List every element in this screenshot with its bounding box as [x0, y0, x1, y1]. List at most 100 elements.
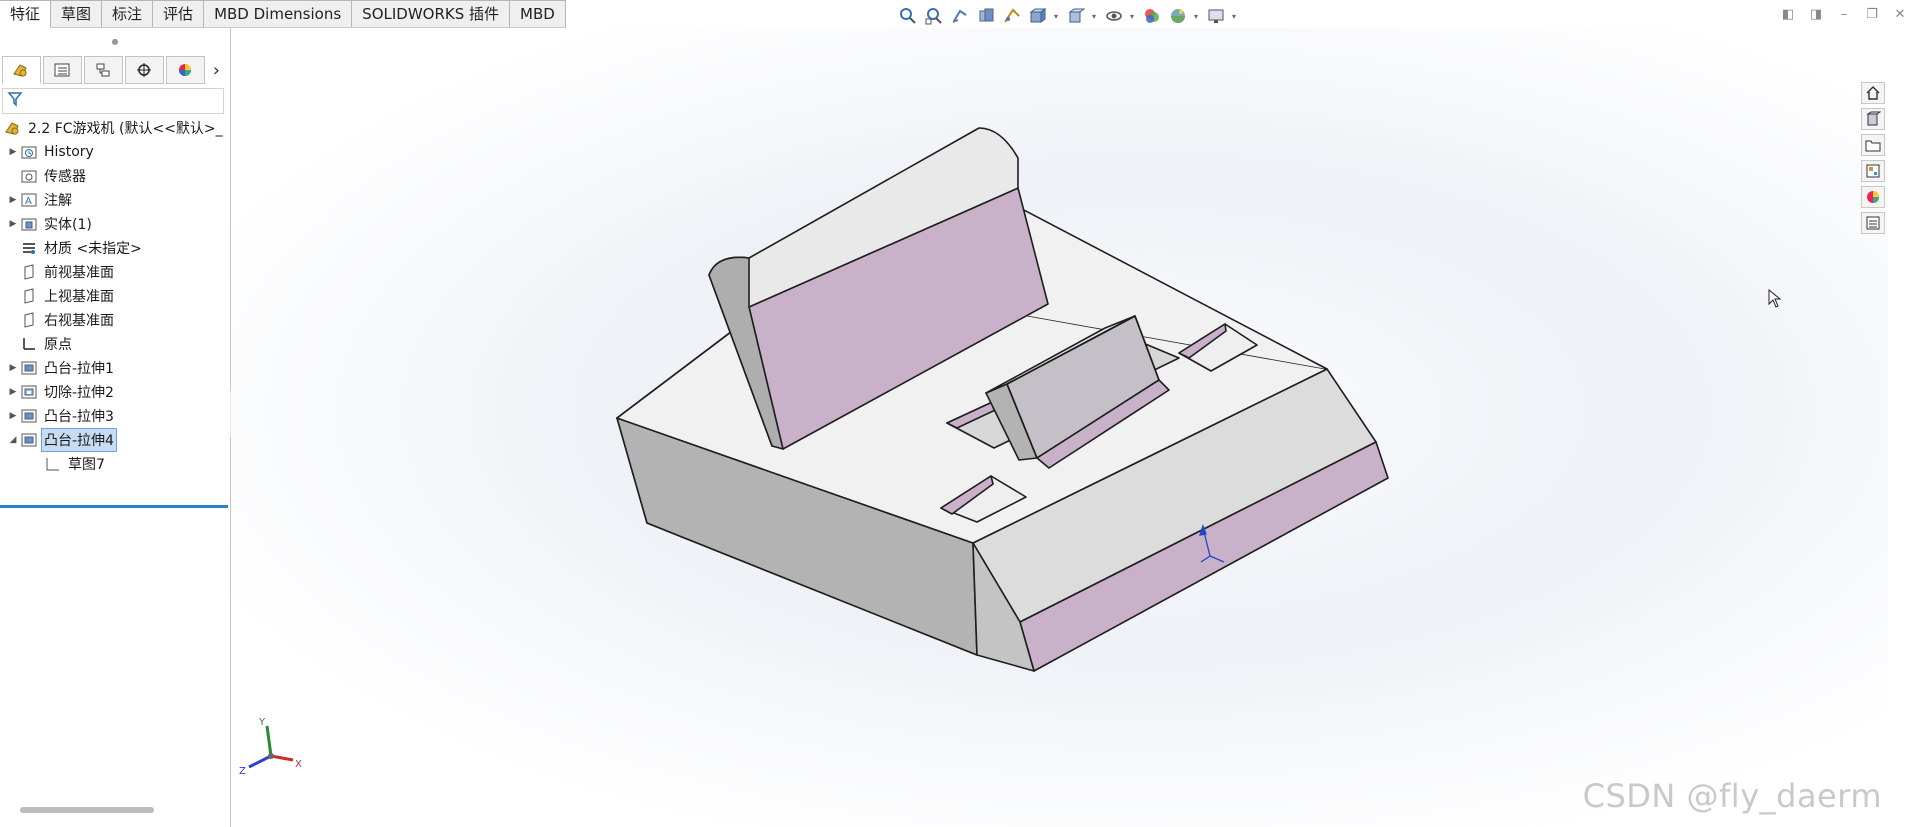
tree-item-label: 凸台-拉伸3 — [44, 409, 114, 425]
appearances-icon[interactable] — [1861, 186, 1885, 208]
tree-item-label: 传感器 — [44, 169, 86, 185]
origin-icon — [20, 335, 38, 353]
feature-manager-tabs: › — [2, 56, 226, 84]
mouse-cursor-icon — [1768, 288, 1782, 313]
history-icon — [20, 143, 38, 161]
display-style-icon[interactable] — [1066, 6, 1086, 26]
command-tab[interactable]: 评估 — [153, 0, 205, 27]
tree-filter[interactable] — [2, 88, 224, 114]
design-library-icon[interactable] — [1861, 108, 1885, 130]
panel-grip[interactable]: ● — [0, 28, 230, 54]
dynamic-annotation-icon[interactable] — [1002, 6, 1022, 26]
zoom-to-area-icon[interactable] — [924, 6, 944, 26]
view-triad: Y X Z — [239, 717, 302, 777]
chevron-down-icon[interactable]: ▾ — [1232, 12, 1238, 21]
command-tab[interactable]: SOLIDWORKS 插件 — [352, 0, 511, 27]
rollback-bar[interactable] — [0, 505, 228, 508]
triad-z-label: Z — [239, 766, 246, 777]
tree-item[interactable]: ▶ 凸台-拉伸3 — [0, 404, 230, 428]
command-manager-tabs: 特征 草图 标注 评估 MBD Dimensions SOLIDWORKS 插件 MBD — [0, 0, 566, 28]
boss-extrude-icon — [20, 359, 38, 377]
feature-tree: 2.2 FC游戏机 (默认<<默认>_ ▶ History 传感器 ▶ A 注解 ▶ 实体(1… — [0, 116, 230, 476]
watermark-text: CSDN @fly_daerm — [1582, 777, 1882, 815]
tree-item-label: 材质 <未指定> — [44, 241, 142, 257]
tree-item[interactable]: ▶ 切除-拉伸2 — [0, 380, 230, 404]
apply-scene-icon[interactable] — [1168, 6, 1188, 26]
expand-caret-icon[interactable]: ▶ — [6, 219, 20, 229]
tile-right-icon[interactable]: ◨ — [1808, 6, 1824, 22]
annotations-icon: A — [20, 191, 38, 209]
close-icon[interactable]: ✕ — [1892, 6, 1908, 22]
hide-show-items-icon[interactable] — [1104, 6, 1124, 26]
tree-item-label: History — [44, 144, 94, 160]
home-icon[interactable] — [1861, 82, 1885, 104]
sketch-icon — [44, 455, 62, 473]
part-icon — [4, 119, 22, 137]
command-tab[interactable]: 特征 — [0, 0, 52, 28]
tree-item[interactable]: 原点 — [0, 332, 230, 356]
previous-view-icon[interactable] — [950, 6, 970, 26]
tree-root-part[interactable]: 2.2 FC游戏机 (默认<<默认>_ — [0, 116, 230, 140]
dimxpert-icon[interactable] — [124, 56, 164, 84]
tree-item[interactable]: 传感器 — [0, 164, 230, 188]
command-tab[interactable]: MBD — [510, 0, 566, 27]
tree-item[interactable]: 草图7 — [0, 452, 230, 476]
tree-item[interactable]: ▶ 凸台-拉伸1 — [0, 356, 230, 380]
tree-item[interactable]: 上视基准面 — [0, 284, 230, 308]
expand-caret-icon[interactable]: ▶ — [6, 363, 20, 373]
cut-extrude-icon — [20, 383, 38, 401]
minimize-icon[interactable]: – — [1836, 6, 1852, 22]
section-view-icon[interactable] — [976, 6, 996, 26]
custom-properties-icon[interactable] — [1861, 212, 1885, 234]
tree-item[interactable]: ◢ 凸台-拉伸4 — [0, 428, 230, 452]
filter-icon[interactable] — [7, 91, 23, 111]
expand-caret-icon[interactable]: ▶ — [6, 147, 20, 157]
svg-text:A: A — [25, 196, 32, 207]
expand-caret-icon[interactable]: ▶ — [6, 387, 20, 397]
triad-x-label: X — [295, 759, 302, 770]
expand-caret-icon[interactable]: ▶ — [6, 195, 20, 205]
propertymanager-icon[interactable] — [42, 56, 82, 84]
tree-item-label: 上视基准面 — [44, 289, 114, 305]
file-explorer-icon[interactable] — [1861, 134, 1885, 156]
tree-item[interactable]: 材质 <未指定> — [0, 236, 230, 260]
tree-item[interactable]: ▶ A 注解 — [0, 188, 230, 212]
sensors-icon — [20, 167, 38, 185]
plane-icon — [20, 287, 38, 305]
tree-item[interactable]: ▶ 实体(1) — [0, 212, 230, 236]
zoom-to-fit-icon[interactable] — [898, 6, 918, 26]
featuremanager-icon[interactable] — [2, 56, 41, 84]
restore-icon[interactable]: ❐ — [1864, 6, 1880, 22]
tree-item[interactable]: 前视基准面 — [0, 260, 230, 284]
chevron-down-icon[interactable]: ▾ — [1194, 12, 1200, 21]
plane-icon — [20, 311, 38, 329]
view-orientation-icon[interactable] — [1028, 6, 1048, 26]
tree-item[interactable]: 右视基准面 — [0, 308, 230, 332]
tree-root-label: 2.2 FC游戏机 (默认<<默认>_ — [28, 121, 223, 137]
command-tab[interactable]: MBD Dimensions — [204, 0, 353, 27]
configurationmanager-icon[interactable] — [83, 56, 123, 84]
model-view: Y X Z — [239, 127, 1389, 777]
command-tab[interactable]: 草图 — [51, 0, 103, 27]
edit-appearance-icon[interactable] — [1142, 6, 1162, 26]
chevron-down-icon[interactable]: ▾ — [1130, 12, 1136, 21]
view-palette-icon[interactable] — [1861, 160, 1885, 182]
tile-left-icon[interactable]: ◧ — [1780, 6, 1796, 22]
tree-item[interactable]: ▶ History — [0, 140, 230, 164]
expanded-caret-icon[interactable]: ◢ — [6, 435, 20, 445]
display-manager-icon[interactable] — [165, 56, 205, 84]
tree-item-label: 凸台-拉伸1 — [44, 361, 114, 377]
graphics-area[interactable]: Y X Z CSDN @fly_daerm — [231, 28, 1888, 827]
chevron-down-icon[interactable]: ▾ — [1092, 12, 1098, 21]
more-tabs-arrow[interactable]: › — [207, 57, 226, 83]
expand-caret-icon[interactable]: ▶ — [6, 411, 20, 421]
material-icon — [20, 239, 38, 257]
horizontal-scrollbar[interactable] — [20, 807, 154, 813]
view-settings-icon[interactable] — [1206, 6, 1226, 26]
tree-item-label: 凸台-拉伸4 — [41, 428, 117, 452]
boss-extrude-icon — [20, 407, 38, 425]
tree-item-label: 草图7 — [68, 457, 105, 473]
command-tab[interactable]: 标注 — [102, 0, 154, 27]
chevron-down-icon[interactable]: ▾ — [1054, 12, 1060, 21]
plane-icon — [20, 263, 38, 281]
